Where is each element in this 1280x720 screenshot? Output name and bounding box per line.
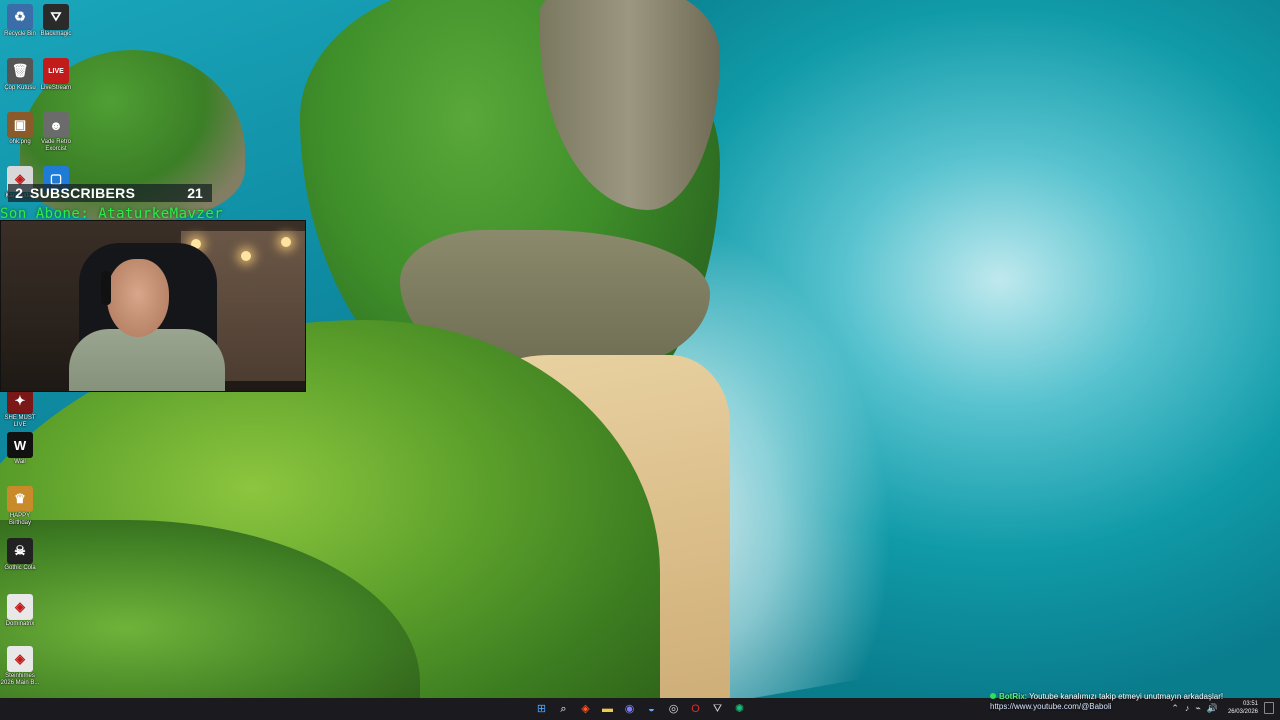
webcam-person-body	[69, 329, 225, 391]
desktop-icon-label: Çöp Kutusu	[4, 85, 36, 91]
chat-bot-name: BotRix	[999, 692, 1025, 701]
webcam-light	[281, 237, 291, 247]
desktop-icon-label: Gothic Cola	[4, 565, 36, 571]
desktop-icon-image: ◈	[7, 594, 33, 620]
clock-time: 03:51	[1242, 701, 1258, 707]
desktop-icon-label: LiveStream	[40, 85, 72, 91]
desktop-icon-label: Wail	[14, 459, 26, 465]
desktop-icon-image: LIVE	[43, 58, 69, 84]
chatgpt-icon: ✺	[734, 702, 745, 715]
obs-button[interactable]: ◎	[664, 700, 683, 718]
desktop-icon[interactable]: W Wail	[0, 432, 40, 466]
taskbar-clock[interactable]: 03:51 26/03/2026	[1228, 700, 1258, 716]
chat-url: https://www.youtube.com/@Baboli	[990, 702, 1112, 711]
desktop-icon-label: SHE MUST LIVE	[4, 415, 36, 428]
webcam-headset	[101, 271, 111, 305]
desktop-icon[interactable]: ♻ Recycle Bin	[0, 4, 40, 38]
desktop-icon[interactable]: ♛ HAPPY Birthday	[0, 486, 40, 527]
desktop-icon[interactable]: ◈ Steinhimes 2026 Main B...	[0, 646, 40, 687]
start-icon: ⊞	[536, 702, 547, 715]
desktop-icon-label: Vade Retro Exorcist	[41, 139, 71, 152]
desktop-icon[interactable]: ✦ SHE MUST LIVE	[0, 388, 40, 429]
desktop-icon[interactable]: ◈ Dominatrix	[0, 594, 40, 628]
desktop-icon-image: 🗑	[7, 58, 33, 84]
subscriber-label: SUBSCRIBERS	[30, 185, 136, 201]
app-button[interactable]: ⛛	[708, 700, 727, 718]
desktop-icon[interactable]: ☠ Gothic Cola	[0, 538, 40, 572]
desktop-icon-image: ☠	[7, 538, 33, 564]
discord-icon: ◉	[624, 702, 635, 715]
obs-icon: ◎	[668, 702, 679, 715]
chat-message: BotRix: Youtube kanalımızı takip etmeyi …	[990, 692, 1223, 702]
file-explorer-button[interactable]: ▬	[598, 700, 617, 718]
steam-button[interactable]: ◒	[642, 700, 661, 718]
file-explorer-icon: ▬	[602, 702, 613, 715]
desktop-icon-image: W	[7, 432, 33, 458]
subscriber-counter: 2 SUBSCRIBERS 21	[8, 184, 212, 202]
desktop-icon-label: Recycle Bin	[4, 31, 36, 37]
desktop-icon-image: ▣	[7, 112, 33, 138]
brave-browser-button[interactable]: ◈	[576, 700, 595, 718]
desktop-icon-image: ◈	[7, 646, 33, 672]
webcam-feed	[0, 220, 306, 392]
desktop-icon[interactable]: 🗑 Çöp Kutusu	[0, 58, 40, 92]
notification-icon[interactable]	[1264, 702, 1274, 714]
brave-browser-icon: ◈	[581, 702, 590, 715]
desktop-icon[interactable]: ☻ Vade Retro Exorcist	[36, 112, 76, 153]
clock-date: 26/03/2026	[1227, 709, 1258, 715]
desktop-icon[interactable]: ▣ ohk.png	[0, 112, 40, 146]
desktop-icon[interactable]: ⛛ Blackmagic	[36, 4, 76, 38]
app-icon: ⛛	[712, 702, 723, 715]
taskbar-apps: ⊞ ⌕ ◈ ▬ ◉ ◒ ◎ O ⛛ ✺	[532, 700, 749, 718]
subscriber-count-left: 2	[15, 185, 23, 201]
opera-icon: O	[691, 702, 700, 715]
desktop-icon-image: ♻	[7, 4, 33, 30]
discord-button[interactable]: ◉	[620, 700, 639, 718]
desktop-icon-label: ohk.png	[9, 139, 31, 145]
desktop-icon-image: ⛛	[43, 4, 69, 30]
subscriber-count-right: 21	[187, 185, 203, 201]
desktop-icon-label: Blackmagic	[40, 31, 72, 37]
desktop-icon-image: ☻	[43, 112, 69, 138]
chat-message-text: : Youtube kanalımızı takip etmeyi unutma…	[1024, 692, 1224, 701]
webcam-light	[241, 251, 251, 261]
start-button[interactable]: ⊞	[532, 700, 551, 718]
desktop-icon-label: Dominatrix	[5, 621, 35, 627]
steam-icon: ◒	[648, 702, 655, 715]
chat-overlay: BotRix: Youtube kanalımızı takip etmeyi …	[990, 692, 1223, 712]
bot-status-icon	[990, 693, 996, 699]
webcam-person-head	[107, 259, 169, 337]
desktop-icon-label: HAPPY Birthday	[8, 513, 31, 526]
search-button[interactable]: ⌕	[554, 700, 573, 718]
desktop-icon-image: ♛	[7, 486, 33, 512]
chatgpt-button[interactable]: ✺	[730, 700, 749, 718]
desktop-icon-label: Steinhimes 2026 Main B...	[0, 673, 40, 686]
desktop-icon[interactable]: LIVE LiveStream	[36, 58, 76, 92]
opera-button[interactable]: O	[686, 700, 705, 718]
search-icon: ⌕	[560, 702, 567, 715]
